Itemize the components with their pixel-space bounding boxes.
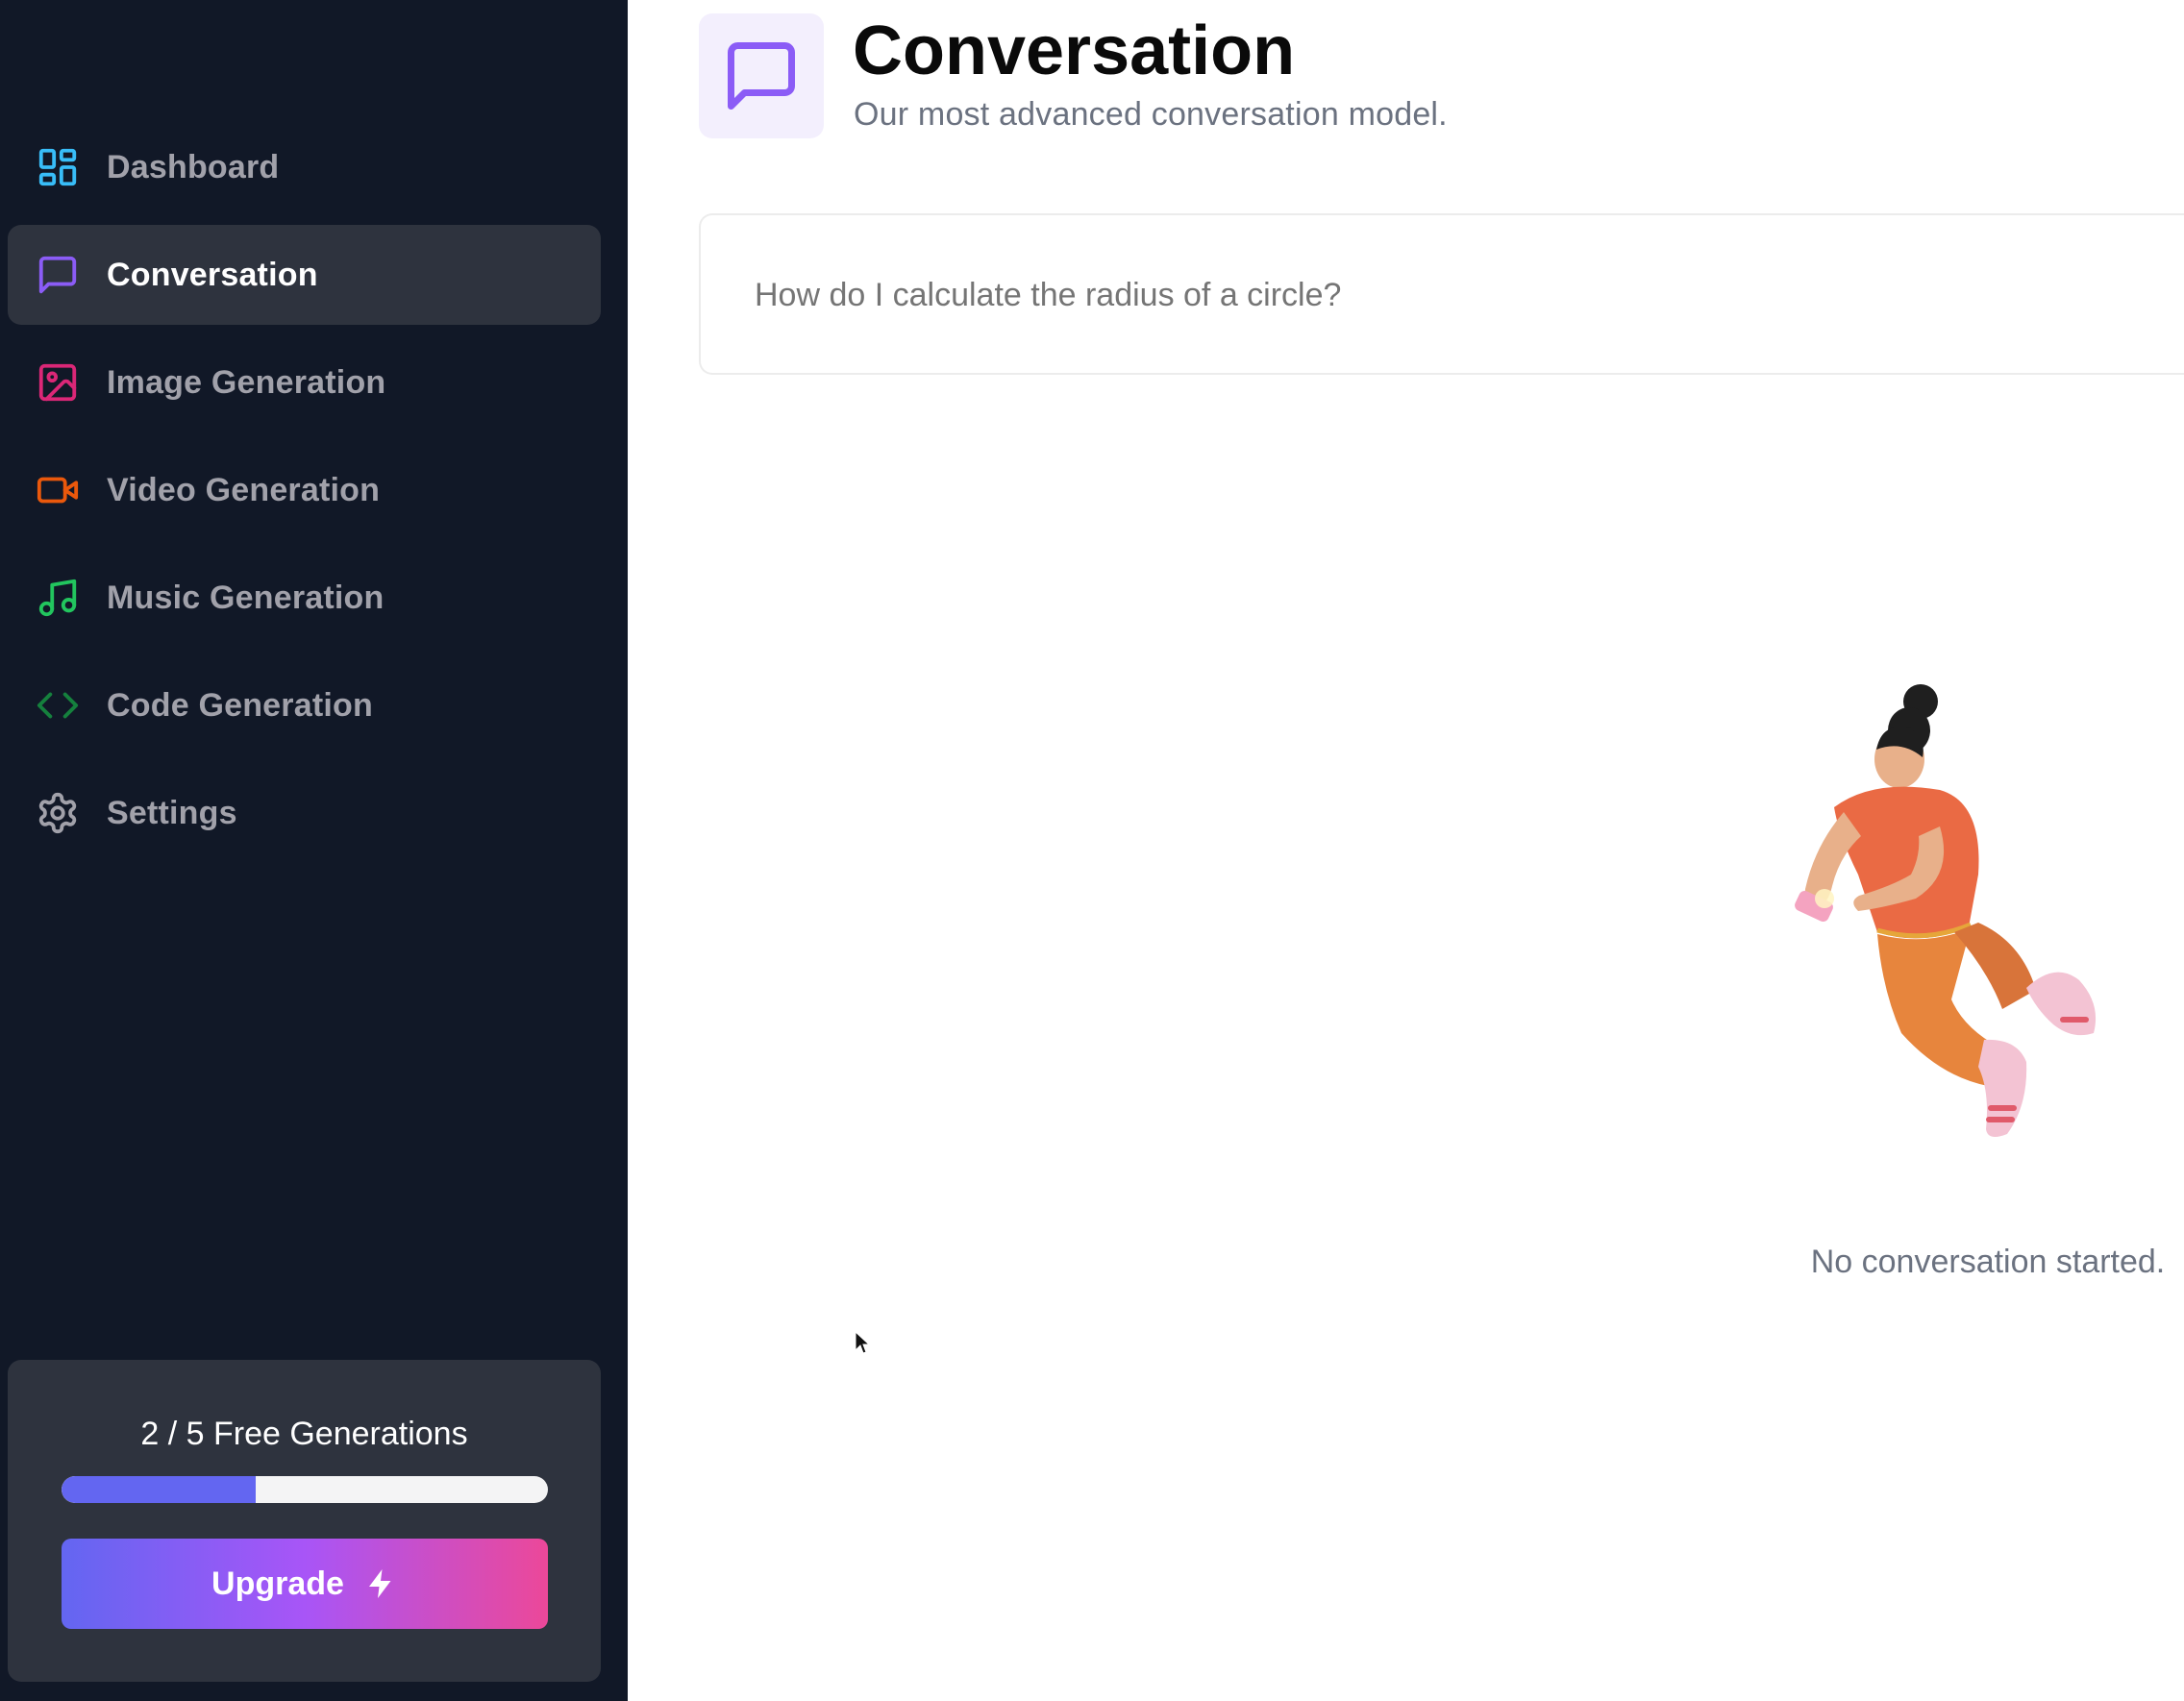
upgrade-button-label: Upgrade <box>211 1565 344 1602</box>
code-icon <box>35 682 81 728</box>
header-icon-box <box>699 13 824 138</box>
sidebar-item-label: Music Generation <box>107 579 385 616</box>
sidebar-item-music-generation[interactable]: Music Generation <box>8 548 601 648</box>
page-title: Conversation <box>853 12 1296 89</box>
sidebar-nav: Dashboard Conversation Image Generation … <box>8 117 601 871</box>
sidebar-item-conversation[interactable]: Conversation <box>8 225 601 325</box>
page-subtitle: Our most advanced conversation model. <box>854 96 1448 133</box>
sidebar-item-label: Video Generation <box>107 471 381 508</box>
upgrade-button[interactable]: Upgrade <box>62 1539 548 1629</box>
sidebar-item-label: Code Generation <box>107 686 373 724</box>
free-generations-progress <box>62 1476 548 1503</box>
sidebar-item-code-generation[interactable]: Code Generation <box>8 655 601 755</box>
message-square-icon <box>35 252 81 298</box>
sidebar-item-label: Image Generation <box>107 363 386 401</box>
mouse-cursor-icon <box>855 1331 870 1354</box>
layout-dashboard-icon <box>35 144 81 190</box>
video-icon <box>35 467 81 513</box>
sidebar: Dashboard Conversation Image Generation … <box>0 0 628 1701</box>
sidebar-item-label: Conversation <box>107 256 318 293</box>
person-with-phone-illustration <box>1795 684 2097 1138</box>
empty-state-text: No conversation started. <box>1810 1244 2166 1280</box>
music-icon <box>35 575 81 621</box>
free-generations-card: 2 / 5 Free Generations Upgrade <box>8 1360 601 1682</box>
image-icon <box>35 359 81 406</box>
zap-icon <box>368 1569 391 1598</box>
free-generations-count: 2 / 5 Free Generations <box>140 1416 468 1452</box>
sidebar-item-label: Dashboard <box>107 148 280 185</box>
sidebar-item-dashboard[interactable]: Dashboard <box>8 117 601 217</box>
message-square-icon <box>728 42 795 110</box>
prompt-form <box>699 213 2184 375</box>
sidebar-item-label: Settings <box>107 794 237 831</box>
sidebar-item-settings[interactable]: Settings <box>8 763 601 863</box>
app-root: Dashboard Conversation Image Generation … <box>0 0 2184 1701</box>
settings-icon <box>35 790 81 836</box>
prompt-input[interactable] <box>755 263 2100 327</box>
sidebar-item-video-generation[interactable]: Video Generation <box>8 440 601 540</box>
sidebar-item-image-generation[interactable]: Image Generation <box>8 333 601 432</box>
free-generations-progress-fill <box>62 1476 257 1503</box>
main-content: Conversation Our most advanced conversat… <box>628 0 2184 1701</box>
